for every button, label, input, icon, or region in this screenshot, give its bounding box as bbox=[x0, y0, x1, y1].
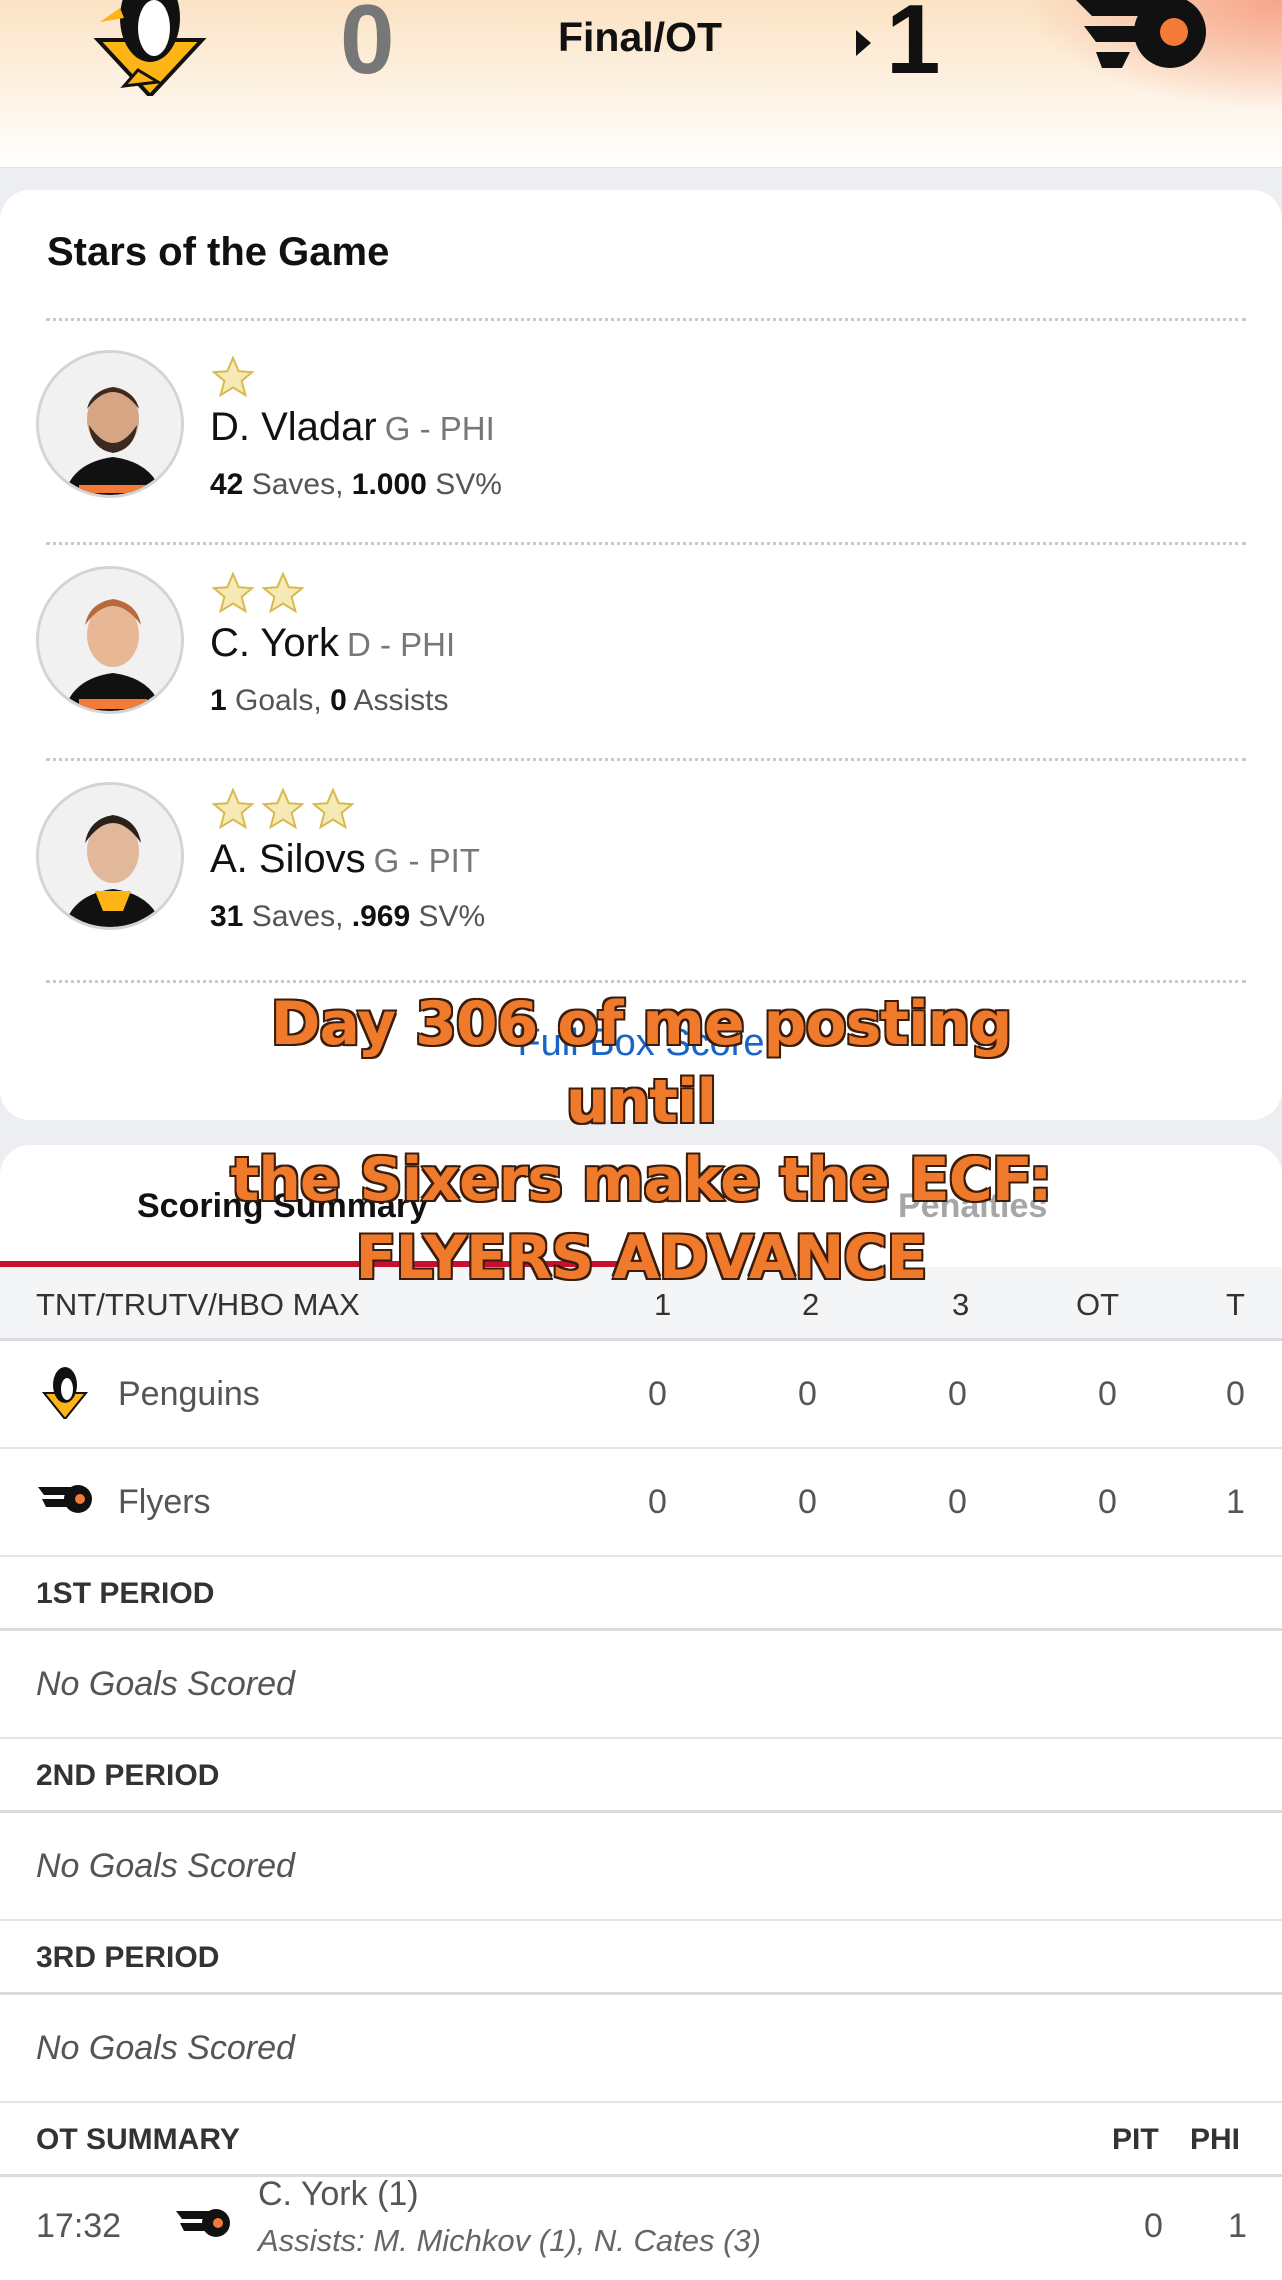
player-position: D - PHI bbox=[346, 626, 456, 663]
col-phi: PHI bbox=[1190, 2123, 1241, 2156]
period-3-row: No Goals Scored bbox=[0, 1995, 1282, 2103]
period-col-total: T bbox=[1226, 1287, 1245, 1322]
away-score: 0 bbox=[340, 0, 395, 94]
period-label: OT SUMMARY bbox=[36, 2123, 240, 2156]
score-cell: 0 bbox=[648, 1375, 667, 1413]
star-icon bbox=[311, 787, 355, 830]
score-cell: 0 bbox=[798, 1375, 817, 1413]
penguins-logo-icon[interactable] bbox=[80, 0, 220, 96]
flyers-logo-icon[interactable] bbox=[1070, 0, 1210, 86]
player-stats: 31 Saves, .969 SV% bbox=[210, 900, 486, 933]
linescore-row-flyers[interactable]: Flyers 0 0 0 0 1 bbox=[0, 1449, 1282, 1557]
divider bbox=[46, 758, 1246, 761]
caption-line-2: the Sixers make the ECF: bbox=[229, 1144, 1054, 1217]
ot-summary-header: OT SUMMARY PIT PHI bbox=[0, 2103, 1282, 2177]
goal-score-phi: 1 bbox=[1228, 2207, 1247, 2245]
player-stats: 1 Goals, 0 Assists bbox=[210, 684, 449, 717]
score-cell: 0 bbox=[648, 1483, 667, 1521]
play-arrow-icon bbox=[856, 30, 871, 56]
star-rating bbox=[210, 354, 256, 400]
divider bbox=[46, 318, 1246, 321]
star-player-1[interactable]: D. Vladar G - PHI 42 Saves, 1.000 SV% bbox=[0, 340, 1282, 556]
avatar bbox=[36, 782, 184, 930]
player-position: G - PHI bbox=[384, 410, 495, 447]
score-cell: 0 bbox=[1098, 1375, 1117, 1413]
overlay-caption: Day 306 of me posting until the Sixers m… bbox=[190, 985, 1092, 1297]
score-cell: 0 bbox=[948, 1375, 967, 1413]
star-icon bbox=[211, 355, 255, 398]
goal-score-pit: 0 bbox=[1144, 2207, 1163, 2245]
period-2-header: 2ND PERIOD bbox=[0, 1739, 1282, 1813]
player-name: D. Vladar G - PHI bbox=[210, 405, 495, 449]
no-goals-text: No Goals Scored bbox=[36, 1665, 295, 1703]
period-label: 1ST PERIOD bbox=[36, 1577, 215, 1610]
star-player-3[interactable]: A. Silovs G - PIT 31 Saves, .969 SV% bbox=[0, 772, 1282, 988]
score-cell: 0 bbox=[798, 1483, 817, 1521]
star-icon bbox=[211, 787, 255, 830]
no-goals-text: No Goals Scored bbox=[36, 2029, 295, 2067]
penguins-logo-icon bbox=[41, 1367, 89, 1419]
flyers-logo-icon bbox=[176, 2209, 230, 2237]
star-icon bbox=[261, 571, 305, 614]
goal-time: 17:32 bbox=[36, 2207, 122, 2245]
linescore-row-penguins[interactable]: Penguins 0 0 0 0 0 bbox=[0, 1341, 1282, 1449]
team-name: Flyers bbox=[118, 1483, 211, 1521]
stars-title: Stars of the Game bbox=[47, 230, 390, 274]
goal-assists: Assists: M. Michkov (1), N. Cates (3) bbox=[258, 2223, 761, 2258]
divider bbox=[46, 542, 1246, 545]
player-stats: 42 Saves, 1.000 SV% bbox=[210, 468, 502, 501]
score-header: 0 Final/OT 1 bbox=[0, 0, 1282, 168]
period-1-row: No Goals Scored bbox=[0, 1631, 1282, 1739]
avatar bbox=[36, 566, 184, 714]
goal-scorer: C. York (1) bbox=[258, 2175, 419, 2213]
player-name: A. Silovs G - PIT bbox=[210, 837, 480, 881]
score-cell: 0 bbox=[948, 1483, 967, 1521]
star-icon bbox=[211, 571, 255, 614]
player-position: G - PIT bbox=[373, 842, 480, 879]
divider bbox=[46, 980, 1246, 983]
flyers-logo-icon bbox=[38, 1485, 92, 1513]
period-2-row: No Goals Scored bbox=[0, 1813, 1282, 1921]
period-1-header: 1ST PERIOD bbox=[0, 1557, 1282, 1631]
scoring-summary-card: Scoring Summary Penalties TNT/TRUTV/HBO … bbox=[0, 1145, 1282, 2280]
team-name: Penguins bbox=[118, 1375, 260, 1413]
period-3-header: 3RD PERIOD bbox=[0, 1921, 1282, 1995]
star-rating bbox=[210, 570, 306, 616]
home-score: 1 bbox=[886, 0, 941, 94]
no-goals-text: No Goals Scored bbox=[36, 1847, 295, 1885]
stars-of-game-card: Stars of the Game D. Vladar G - PHI 42 Sa… bbox=[0, 190, 1282, 1120]
caption-line-3: FLYERS ADVANCE bbox=[354, 1222, 929, 1295]
period-label: 3RD PERIOD bbox=[36, 1941, 220, 1974]
star-rating bbox=[210, 786, 356, 832]
star-icon bbox=[261, 787, 305, 830]
col-pit: PIT bbox=[1112, 2123, 1159, 2156]
avatar bbox=[36, 350, 184, 498]
caption-line-1: Day 306 of me posting until bbox=[269, 988, 1014, 1139]
player-name: C. York D - PHI bbox=[210, 621, 456, 665]
score-cell: 0 bbox=[1226, 1375, 1245, 1413]
score-cell: 1 bbox=[1226, 1483, 1245, 1521]
score-cell: 0 bbox=[1098, 1483, 1117, 1521]
ot-goal-row[interactable]: 17:32 C. York (1) Assists: M. Michkov (1… bbox=[0, 2175, 1282, 2280]
game-status: Final/OT bbox=[558, 14, 722, 60]
period-label: 2ND PERIOD bbox=[36, 1759, 220, 1792]
star-player-2[interactable]: C. York D - PHI 1 Goals, 0 Assists bbox=[0, 556, 1282, 772]
